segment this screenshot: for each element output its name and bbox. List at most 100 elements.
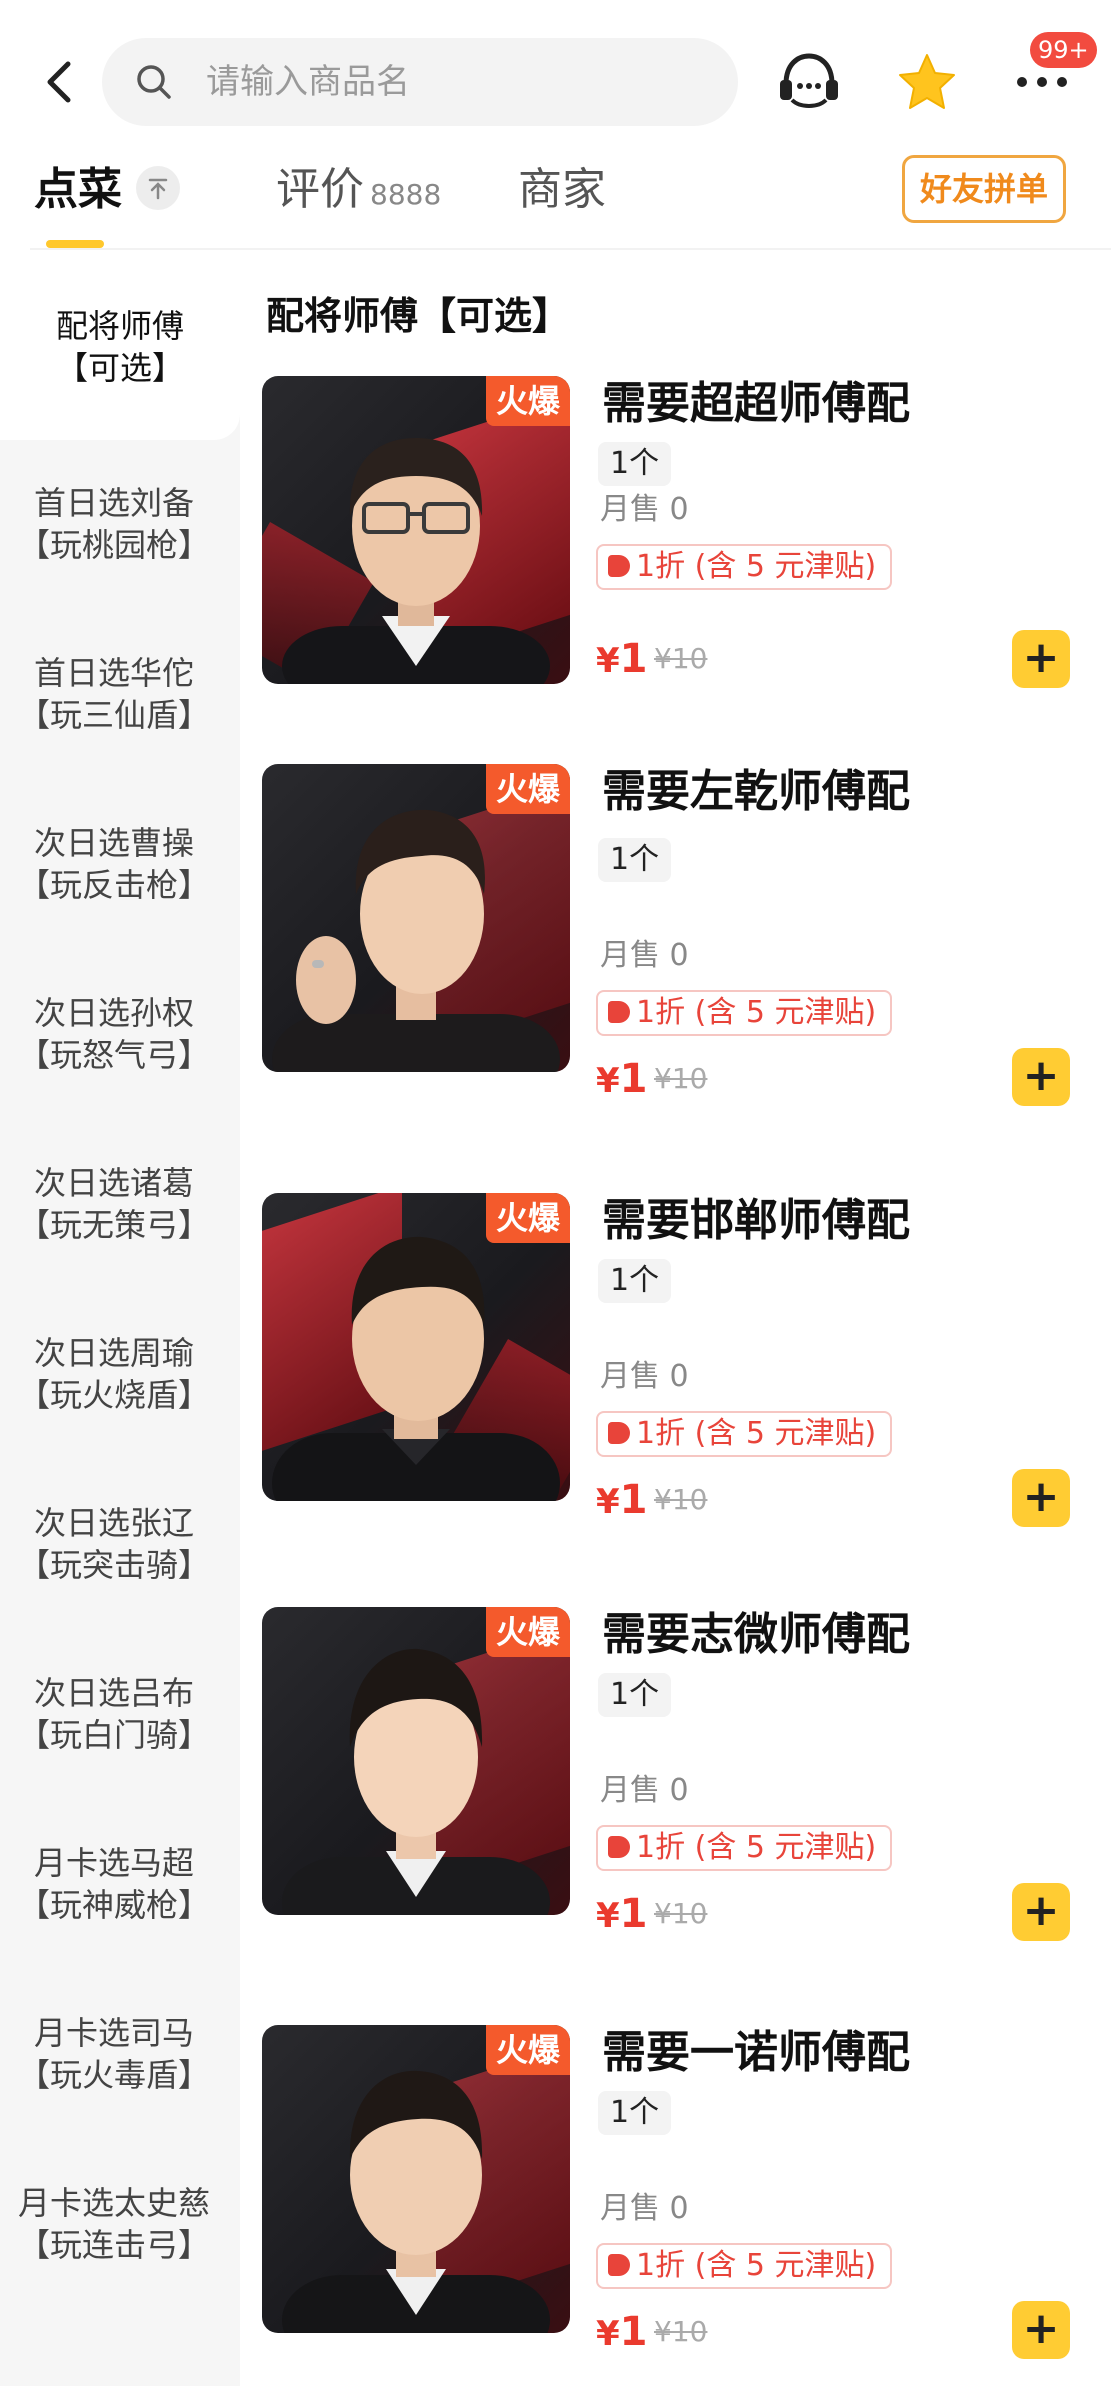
category-sidebar: 配将师傅 【可选】 首日选刘备 【玩桃园枪】 首日选华佗 【玩三仙盾】 次日选曹… xyxy=(0,250,240,2386)
price: ¥1 xyxy=(596,1475,648,1527)
sidebar-item-machao[interactable]: 月卡选马超 【玩神威枪】 xyxy=(0,1842,228,1926)
sidebar-item-label: 次日选张辽 xyxy=(33,1504,194,1542)
review-count: 8888 xyxy=(370,178,442,211)
add-to-cart-button[interactable]: + xyxy=(1012,2301,1070,2359)
sidebar-item-label: 【玩怒气弓】 xyxy=(17,1036,210,1074)
product-item[interactable]: 火爆 需要志微师傅配 1个 月售 0 1折 (含 5 元津贴) ¥1 ¥10 + xyxy=(262,1607,1111,1941)
sidebar-item-huatuo[interactable]: 首日选华佗 【玩三仙盾】 xyxy=(0,652,228,736)
sidebar-item-label: 次日选孙权 xyxy=(33,994,194,1032)
sidebar-item-label: 【玩无策弓】 xyxy=(17,1206,210,1244)
product-image[interactable]: 火爆 xyxy=(262,764,570,1072)
sidebar-item-label: 月卡选太史慈 xyxy=(17,2184,210,2222)
collapse-icon[interactable] xyxy=(136,166,180,210)
monthly-sales: 月售 0 xyxy=(600,1359,689,1394)
page: 99+ 点菜 评价8888 商家 好友拼单 配将师傅 【可选】 首日选刘备 【玩… xyxy=(0,0,1111,2386)
customer-service-icon[interactable] xyxy=(776,50,842,112)
sidebar-item-label: 首日选华佗 xyxy=(33,654,194,692)
more-icon[interactable] xyxy=(1012,62,1072,102)
product-name[interactable]: 需要邯郸师傅配 xyxy=(602,1193,910,1249)
sidebar-item-zhouyu[interactable]: 次日选周瑜 【玩火烧盾】 xyxy=(0,1332,228,1416)
sidebar-item-caocao[interactable]: 次日选曹操 【玩反击枪】 xyxy=(0,822,228,906)
add-to-cart-button[interactable]: + xyxy=(1012,1048,1070,1106)
discount-badge: 1折 (含 5 元津贴) xyxy=(596,1825,893,1871)
currency-symbol: ¥ xyxy=(596,1896,620,1936)
product-image[interactable]: 火爆 xyxy=(262,2025,570,2333)
price: ¥1 xyxy=(596,1889,648,1941)
notification-badge: 99+ xyxy=(1030,32,1097,68)
price: ¥1 xyxy=(596,634,648,686)
search-bar[interactable] xyxy=(102,38,738,126)
original-price: ¥10 xyxy=(654,1483,708,1516)
sidebar-item-lvbu[interactable]: 次日选吕布 【玩白门骑】 xyxy=(0,1672,228,1756)
tab-merchant[interactable]: 商家 xyxy=(518,160,606,220)
search-icon xyxy=(134,62,174,102)
product-name[interactable]: 需要左乾师傅配 xyxy=(602,764,910,820)
discount-label: 1折 (含 5 元津贴) xyxy=(636,1416,877,1451)
product-item[interactable]: 火爆 需要邯郸师傅配 1个 月售 0 1折 (含 5 元津贴) ¥1 ¥10 + xyxy=(262,1193,1111,1527)
currency-symbol: ¥ xyxy=(596,1482,620,1522)
coupon-tag-icon xyxy=(608,554,630,577)
monthly-sales: 月售 0 xyxy=(600,492,689,527)
product-item[interactable]: 火爆 需要超超师傅配 1个 月售 0 1折 (含 5 元津贴) ¥1 ¥10 + xyxy=(262,376,1111,696)
sidebar-item-liubei[interactable]: 首日选刘备 【玩桃园枪】 xyxy=(0,482,228,566)
product-image[interactable]: 火爆 xyxy=(262,1193,570,1501)
price: ¥1 xyxy=(596,2307,648,2359)
add-to-cart-button[interactable]: + xyxy=(1012,1469,1070,1527)
hot-tag: 火爆 xyxy=(486,376,570,426)
sidebar-item-zhuge[interactable]: 次日选诸葛 【玩无策弓】 xyxy=(0,1162,228,1246)
discount-badge: 1折 (含 5 元津贴) xyxy=(596,2243,893,2289)
sidebar-item-sima[interactable]: 月卡选司马 【玩火毒盾】 xyxy=(0,2012,228,2096)
product-item[interactable]: 火爆 需要一诺师傅配 1个 月售 0 1折 (含 5 元津贴) ¥1 ¥10 + xyxy=(262,2025,1111,2359)
sidebar-item-sunquan[interactable]: 次日选孙权 【玩怒气弓】 xyxy=(0,992,228,1076)
coupon-tag-icon xyxy=(608,1421,630,1444)
coupon-tag-icon xyxy=(608,1000,630,1023)
sidebar-item-label: 次日选周瑜 xyxy=(33,1334,194,1372)
product-name[interactable]: 需要一诺师傅配 xyxy=(602,2025,910,2081)
sidebar-item-zhangliao[interactable]: 次日选张辽 【玩突击骑】 xyxy=(0,1502,228,1586)
star-icon[interactable] xyxy=(896,52,958,112)
tab-review[interactable]: 评价 8888 xyxy=(276,160,441,225)
sidebar-item-label: 【玩三仙盾】 xyxy=(17,696,210,734)
price-value: 1 xyxy=(619,2309,648,2355)
sidebar-item-label: 次日选曹操 xyxy=(33,824,194,862)
original-price: ¥10 xyxy=(654,1062,708,1095)
coupon-tag-icon xyxy=(608,1835,630,1858)
unit-tag: 1个 xyxy=(598,838,672,882)
monthly-sales: 月售 0 xyxy=(600,1773,689,1808)
add-to-cart-button[interactable]: + xyxy=(1012,1883,1070,1941)
add-to-cart-button[interactable]: + xyxy=(1012,630,1070,688)
sidebar-item-label: 【玩火毒盾】 xyxy=(17,2056,210,2094)
product-name[interactable]: 需要志微师傅配 xyxy=(602,1607,910,1663)
currency-symbol: ¥ xyxy=(596,641,620,681)
group-order-button[interactable]: 好友拼单 xyxy=(902,155,1066,223)
product-item[interactable]: 火爆 需要左乾师傅配 1个 月售 0 1折 (含 5 元津贴) ¥1 ¥10 + xyxy=(262,764,1111,1106)
unit-tag: 1个 xyxy=(598,1673,672,1717)
discount-badge: 1折 (含 5 元津贴) xyxy=(596,990,893,1036)
price: ¥1 xyxy=(596,1054,648,1106)
unit-tag: 1个 xyxy=(598,2091,672,2135)
tab-order[interactable]: 点菜 xyxy=(34,160,122,220)
price-value: 1 xyxy=(619,1891,648,1937)
back-icon[interactable] xyxy=(40,60,80,104)
sidebar-item-label: 次日选诸葛 xyxy=(33,1164,194,1202)
original-price: ¥10 xyxy=(654,2315,708,2348)
discount-label: 1折 (含 5 元津贴) xyxy=(636,1830,877,1865)
hot-tag: 火爆 xyxy=(486,764,570,814)
hot-tag: 火爆 xyxy=(486,2025,570,2075)
price-value: 1 xyxy=(619,1056,648,1102)
hot-tag: 火爆 xyxy=(486,1607,570,1657)
product-name[interactable]: 需要超超师傅配 xyxy=(602,376,910,432)
sidebar-item-label: 次日选吕布 xyxy=(33,1674,194,1712)
sidebar-item-peijiang[interactable]: 配将师傅 【可选】 xyxy=(0,250,240,440)
discount-label: 1折 (含 5 元津贴) xyxy=(636,995,877,1030)
price-value: 1 xyxy=(619,636,648,682)
discount-label: 1折 (含 5 元津贴) xyxy=(636,549,877,584)
sidebar-item-taishici[interactable]: 月卡选太史慈 【玩连击弓】 xyxy=(0,2182,228,2266)
sidebar-item-label: 【玩连击弓】 xyxy=(17,2226,210,2264)
coupon-tag-icon xyxy=(608,2253,630,2276)
section-title: 配将师傅【可选】 xyxy=(266,294,571,338)
sidebar-item-label: 【玩突击骑】 xyxy=(17,1546,210,1584)
search-input[interactable] xyxy=(206,56,706,108)
product-image[interactable]: 火爆 xyxy=(262,376,570,684)
product-image[interactable]: 火爆 xyxy=(262,1607,570,1915)
